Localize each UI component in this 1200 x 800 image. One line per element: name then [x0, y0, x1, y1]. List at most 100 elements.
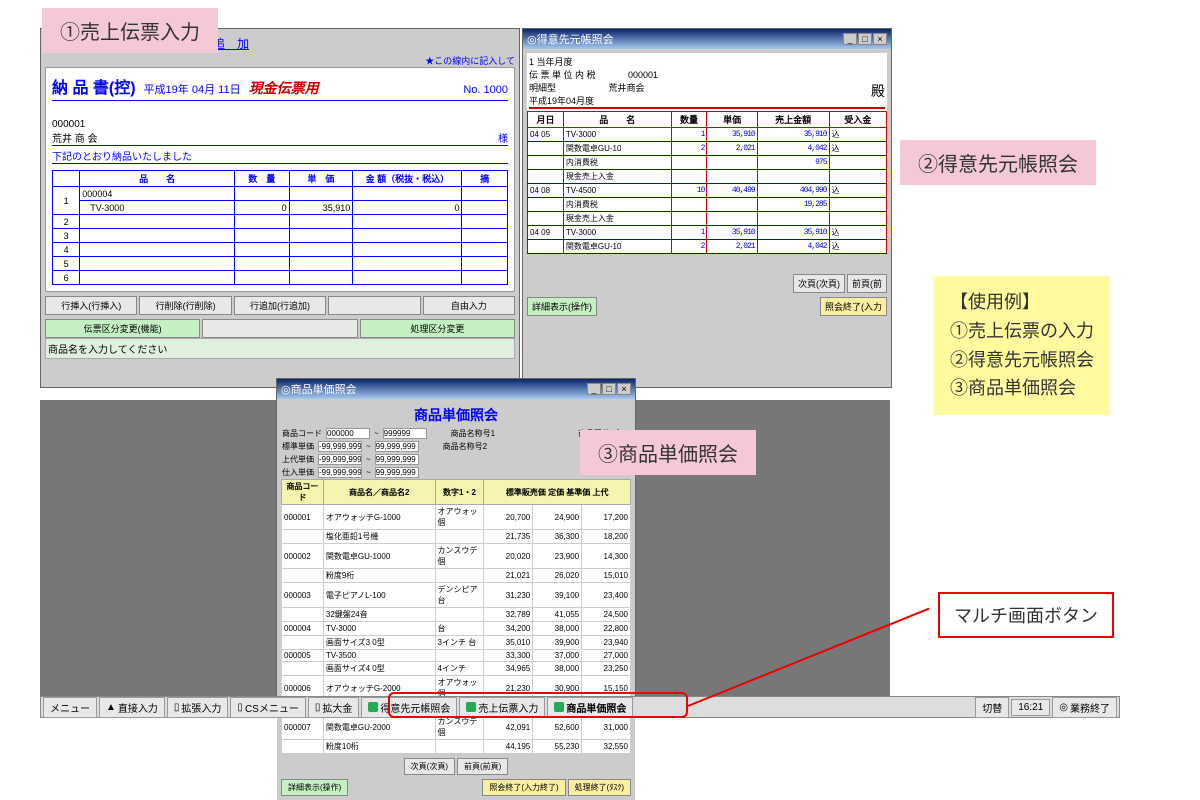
table-row[interactable]: 内消費税19,285 [528, 198, 887, 212]
hdr-r2[interactable]: 追 加 [213, 37, 249, 51]
table-row[interactable]: 内消費税975 [528, 156, 887, 170]
col-amt: 金 額（税抜・税込） [353, 171, 462, 187]
price-next[interactable]: 次頁(次頁) [404, 758, 455, 775]
fn-delete[interactable]: 行削除(行削除) [139, 296, 231, 315]
code-to[interactable] [383, 428, 427, 439]
fl-code: 商品コード [282, 428, 322, 439]
lh4: 平成19年04月度 [529, 94, 885, 109]
code-from[interactable] [326, 428, 370, 439]
table-row[interactable]: 画面サイズ4 0型4インチ 34,96538,00023,250 [282, 662, 631, 676]
price-task[interactable]: 処理終了(ﾀｽｸ) [568, 779, 631, 796]
buy-from[interactable] [318, 467, 362, 478]
table-row[interactable]: 04 08TV-45001040,499404,990込 [528, 184, 887, 198]
table-row[interactable]: TV-3000 0 35,910 0 [53, 201, 508, 215]
table-row[interactable]: 粉度10桁 44,19555,23032,550 [282, 740, 631, 754]
table-row[interactable]: 000007関数電卓GU-2000カンスウデ 個42,09152,60031,0… [282, 715, 631, 740]
fn-blank2 [202, 319, 357, 338]
tb-cs[interactable]: ▯CSメニュー [230, 697, 305, 718]
ledger-next[interactable]: 次頁(次頁) [793, 274, 845, 293]
slip-title: 納 品 書(控) [52, 74, 136, 98]
table-row[interactable]: 32鍵盤24音 32,78941,05524,500 [282, 608, 631, 622]
fl-std: 標準単価 [282, 441, 314, 452]
fl-r2: 商品名称号2 [443, 441, 487, 452]
tb-ext[interactable]: ▯拡張入力 [167, 697, 229, 718]
ledger-prev[interactable]: 前頁(前 [847, 274, 887, 293]
fn-add[interactable]: 行追加(行追加) [234, 296, 326, 315]
pc1: 商品名／商品名2 [323, 480, 435, 505]
table-row[interactable]: 04 09TV-3000135,91035,910込 [528, 226, 887, 240]
slip-date: 平成19年 04月 11日 [144, 81, 241, 97]
fn-insert[interactable]: 行挿入(行挿入) [45, 296, 137, 315]
status-bar: 商品名を入力してください [45, 338, 515, 359]
close-icon[interactable]: × [617, 383, 631, 395]
anno-multi: マルチ画面ボタン [938, 592, 1114, 638]
max-icon[interactable]: □ [602, 383, 616, 395]
price-detail[interactable]: 詳細表示(操作) [281, 779, 348, 796]
fn-slipkind[interactable]: 伝票区分変更(機能) [45, 319, 200, 338]
price-titlebar[interactable]: ◎ 商品単価照会 _□× [277, 379, 635, 399]
table-row[interactable]: 3 [53, 229, 508, 243]
usage-box: 【使用例】 ①売上伝票の入力 ②得意先元帳照会 ③商品単価照会 [934, 276, 1110, 415]
fn-prockind[interactable]: 処理区分変更 [360, 319, 515, 338]
price-prev[interactable]: 前頁(前頁) [457, 758, 508, 775]
lc3: 単価 [707, 112, 757, 128]
table-row[interactable]: 000001オアウォッチG-1000オアウォッ 個20,70024,90017,… [282, 505, 631, 530]
lc1: 品 名 [563, 112, 671, 128]
window-ledger: ◎ 得意先元帳照会 _□× 1 当年月度 伝 票 単 位 内 税 000001 … [522, 28, 892, 388]
table-row[interactable]: 000005TV-3500 33,30037,00027,000 [282, 650, 631, 662]
table-row[interactable]: 関数電卓GU-1022,0214,042込 [528, 240, 887, 254]
table-row[interactable]: 現金売上入金 [528, 212, 887, 226]
col-qty: 数 量 [235, 171, 290, 187]
table-row[interactable]: 粉度9桁 21,02126,02015,010 [282, 569, 631, 583]
tb-direct[interactable]: ▲直接入力 [99, 697, 165, 718]
table-row[interactable]: 4 [53, 243, 508, 257]
min-icon[interactable]: _ [843, 33, 857, 45]
table-row[interactable]: 画面サイズ3 0型3インチ 台35,01039,90023,940 [282, 636, 631, 650]
up-from[interactable] [318, 454, 362, 465]
slip-msg: 下記のとおり納品いたしました [52, 148, 508, 164]
task-icon [368, 702, 378, 712]
table-row[interactable]: 現金売上入金 [528, 170, 887, 184]
price-wtitle: 商品単価照会 [291, 381, 357, 397]
lc2: 数量 [671, 112, 707, 128]
table-row[interactable]: 000002関数電卓GU-1000カンスウデ 個20,02023,90014,3… [282, 544, 631, 569]
app-icon: ◎ [281, 383, 291, 396]
tb-end[interactable]: ◎業務終了 [1052, 697, 1117, 718]
lh2v: 000001 [628, 70, 658, 80]
std-from[interactable] [318, 441, 362, 452]
table-row[interactable]: 000004TV-3000 台34,20038,00022,800 [282, 622, 631, 636]
lh3r: 殿 [871, 81, 885, 101]
max-icon[interactable]: □ [858, 33, 872, 45]
table-row[interactable]: 5 [53, 257, 508, 271]
tb-menu[interactable]: メニュー [43, 697, 97, 718]
fn-free[interactable]: 自由入力 [423, 296, 515, 315]
buy-to[interactable] [375, 467, 419, 478]
up-to[interactable] [375, 454, 419, 465]
table-row[interactable]: 1 000004 [53, 187, 508, 201]
fn-blank [328, 296, 420, 315]
tb-switch[interactable]: 切替 [975, 697, 1009, 718]
ledger-end[interactable]: 照会終了(入力 [820, 297, 887, 316]
ledger-titlebar[interactable]: ◎ 得意先元帳照会 _□× [523, 29, 891, 49]
std-to[interactable] [375, 441, 419, 452]
table-row[interactable]: 塩化亜鉛1号機 21,73536,30018,200 [282, 530, 631, 544]
col-name: 品 名 [80, 171, 235, 187]
min-icon[interactable]: _ [587, 383, 601, 395]
ledger-table: 月日 品 名 数量 単価 売上金額 受入金 04 05TV-3000135,91… [527, 111, 887, 254]
ledger-detail[interactable]: 詳細表示(操作) [527, 297, 597, 316]
fl-buy: 仕入単価 [282, 467, 314, 478]
table-row[interactable]: 関数電卓GU-1022,0214,042込 [528, 142, 887, 156]
price-end[interactable]: 照会終了(入力終了) [482, 779, 565, 796]
usage-1: ①売上伝票の入力 [950, 317, 1094, 346]
lh3v: 荒井商会 [609, 83, 645, 93]
cust-code: 000001 [52, 119, 508, 130]
table-row[interactable]: 04 05TV-3000135,91035,910込 [528, 128, 887, 142]
pc0: 商品コード [282, 480, 324, 505]
table-row[interactable]: 000003電子ピアノL-100デンシピア 台31,23039,10023,40… [282, 583, 631, 608]
tb-zoom[interactable]: ▯拡大金 [308, 697, 360, 718]
table-row[interactable]: 2 [53, 215, 508, 229]
close-icon[interactable]: × [873, 33, 887, 45]
usage-title: 【使用例】 [950, 288, 1094, 317]
table-row[interactable]: 6 [53, 271, 508, 285]
window-sales-slip: 票区分 現金売上 処理区分 追 加 ★この線内に記入して 納 品 書(控) 平成… [40, 28, 520, 388]
